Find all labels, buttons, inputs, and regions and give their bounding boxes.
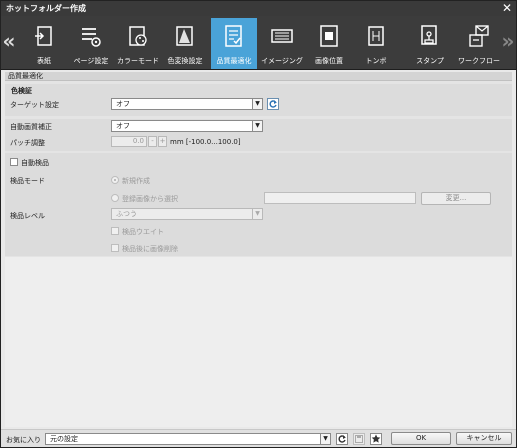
panel-header: 品質最適化 [5, 72, 512, 81]
color-verify-heading: 色検証 [11, 87, 32, 95]
inspect-wait-checkbox[interactable] [111, 227, 119, 235]
tab-label: カラーモード [117, 57, 159, 65]
favorites-value: 元の設定 [50, 435, 78, 443]
tab-label: 品質最適化 [216, 57, 252, 65]
page-setup-icon [82, 28, 101, 47]
tab-label: イメージング [261, 57, 303, 65]
auto-inspect-checkbox[interactable] [10, 158, 18, 166]
chevron-down-icon: ▼ [252, 121, 262, 131]
registered-image-field[interactable] [264, 192, 416, 204]
window-title: ホットフォルダー作成 [6, 4, 86, 13]
target-setting-select[interactable]: オフ ▼ [111, 98, 263, 110]
tab-quality-optimize[interactable]: 品質最適化 [211, 18, 257, 69]
radio-new-create[interactable] [111, 176, 119, 184]
crop-marks-icon [368, 26, 384, 46]
workflow-icon [469, 25, 489, 47]
title-bar: ホットフォルダー作成 ✕ [1, 1, 516, 16]
chevron-down-icon: ▼ [320, 434, 330, 444]
close-icon[interactable]: ✕ [502, 1, 512, 15]
chevron-down-icon: ▼ [252, 99, 262, 109]
delete-after-inspect-label: 検品後に画像削除 [122, 245, 178, 253]
auto-quality-section: 自動画質補正 オフ ▼ パッチ調整 0.0 - + mm [-100.0...1… [5, 119, 512, 151]
favorites-label: お気に入り [6, 436, 41, 444]
tab-label: スタンプ [416, 57, 444, 65]
auto-quality-label: 自動画質補正 [10, 123, 52, 131]
tab-label: トンボ [365, 57, 387, 65]
radio-registered-image-label: 登録画像から選択 [122, 195, 178, 203]
save-icon [355, 435, 363, 443]
quality-optimize-icon [225, 25, 242, 47]
inspect-level-value: ふつう [116, 210, 137, 218]
cancel-button[interactable]: キャンセル [456, 432, 512, 445]
radio-registered-image[interactable] [111, 194, 119, 202]
target-setting-label: ターゲット設定 [10, 101, 59, 109]
scroll-right-icon[interactable]: » [501, 28, 515, 56]
save-favorite-button[interactable] [353, 433, 365, 445]
scroll-left-icon[interactable]: « [2, 28, 16, 56]
patch-adjust-label: パッチ調整 [10, 139, 45, 147]
inspect-level-label: 検品レベル [10, 212, 45, 220]
refresh-icon [338, 435, 346, 443]
radio-new-create-label: 新規作成 [122, 177, 150, 185]
patch-adjust-field[interactable]: 0.0 [111, 136, 147, 147]
color-verify-section: 色検証 ターゲット設定 オフ ▼ [5, 84, 512, 116]
tab-image-position[interactable]: 画像位置 [306, 18, 352, 69]
empty-content-area [5, 257, 512, 427]
inspect-level-select[interactable]: ふつう ▼ [111, 208, 263, 220]
tab-color-mode[interactable]: カラーモード [115, 18, 161, 69]
tab-workflow[interactable]: ワークフロー [456, 18, 502, 69]
tab-color-conversion[interactable]: 色変換設定 [162, 18, 208, 69]
change-button[interactable]: 変更... [421, 192, 491, 205]
tab-stamp[interactable]: スタンプ [407, 18, 453, 69]
delete-after-inspect-checkbox[interactable] [111, 244, 119, 252]
color-conversion-icon [176, 26, 193, 46]
dialog-footer: お気に入り 元の設定 ▼ OK キャンセル [1, 429, 516, 447]
refresh-target-button[interactable] [267, 98, 279, 110]
hot-folder-dialog: ホットフォルダー作成 ✕ « 表紙 ページ設定 カラーモード 色変換設定 品質最… [0, 0, 517, 448]
star-settings-icon [371, 434, 381, 443]
auto-inspect-section: 自動検品 検品モード 新規作成 登録画像から選択 変更... 検品レベル ふつう… [5, 153, 512, 256]
tab-cover[interactable]: 表紙 [21, 18, 67, 69]
patch-decrement-button[interactable]: - [148, 136, 157, 147]
tab-label: 色変換設定 [167, 57, 203, 65]
manage-favorites-button[interactable] [370, 433, 382, 445]
color-mode-icon [129, 26, 147, 46]
reload-favorite-button[interactable] [336, 433, 348, 445]
tab-label: 画像位置 [315, 57, 343, 65]
target-setting-value: オフ [116, 100, 130, 108]
cover-icon [35, 26, 52, 46]
auto-inspect-label: 自動検品 [21, 159, 49, 167]
refresh-icon [269, 100, 277, 108]
tab-crop-marks[interactable]: トンボ [353, 18, 399, 69]
patch-unit-range: mm [-100.0...100.0] [170, 138, 241, 146]
inspect-wait-label: 検品ウエイト [122, 228, 164, 236]
ok-button[interactable]: OK [391, 432, 451, 445]
auto-quality-value: オフ [116, 122, 130, 130]
favorites-select[interactable]: 元の設定 ▼ [45, 433, 331, 445]
category-toolbar: « 表紙 ページ設定 カラーモード 色変換設定 品質最適化 イメージング 画像位… [1, 16, 516, 70]
tab-label: 表紙 [37, 57, 51, 65]
tab-label: ワークフロー [458, 57, 500, 65]
auto-quality-select[interactable]: オフ ▼ [111, 120, 263, 132]
inspect-mode-label: 検品モード [10, 177, 45, 185]
tab-imaging[interactable]: イメージング [259, 18, 305, 69]
imaging-icon [271, 29, 293, 43]
tab-label: ページ設定 [73, 57, 109, 65]
stamp-icon [421, 25, 437, 45]
chevron-down-icon: ▼ [252, 209, 262, 219]
patch-increment-button[interactable]: + [158, 136, 167, 147]
image-position-icon [320, 25, 338, 47]
tab-page-setup[interactable]: ページ設定 [68, 18, 114, 69]
